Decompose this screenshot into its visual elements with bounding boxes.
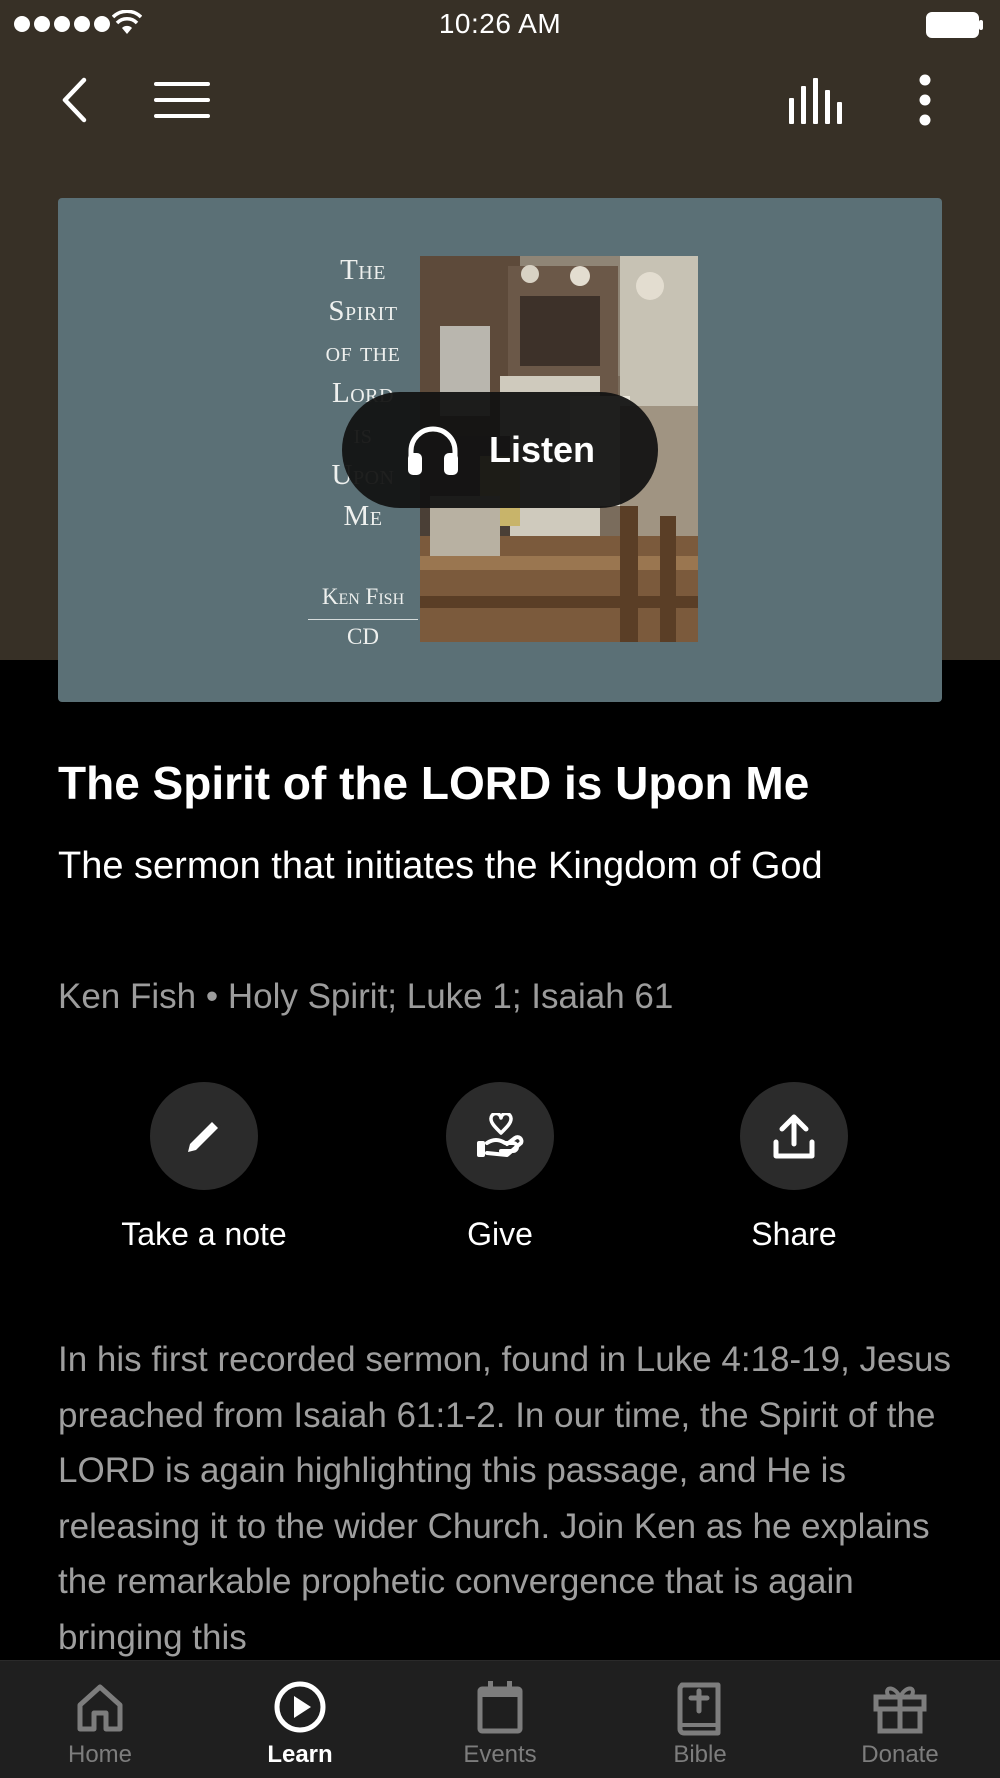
- more-vertical-icon: [919, 74, 931, 126]
- share-button[interactable]: [740, 1082, 848, 1190]
- now-playing-button[interactable]: [780, 60, 852, 140]
- tab-donate[interactable]: Donate: [800, 1661, 1000, 1778]
- calendar-icon: [477, 1681, 523, 1734]
- top-navigation: [0, 60, 1000, 140]
- album-title-line: of the: [325, 336, 401, 368]
- sermon-artwork: The Spirit of the Lord is Upon Me Ken Fi…: [58, 198, 942, 702]
- take-note-action[interactable]: Take a note: [84, 1082, 324, 1253]
- battery-icon: [926, 12, 983, 38]
- tab-events-label: Events: [463, 1741, 537, 1768]
- take-note-button[interactable]: [150, 1082, 258, 1190]
- play-circle-icon: [274, 1681, 326, 1733]
- sermon-title: The Spirit of the LORD is Upon Me: [58, 757, 810, 809]
- album-divider: [308, 619, 418, 620]
- album-title-line: Spirit: [328, 295, 398, 327]
- tab-learn[interactable]: Learn: [200, 1661, 400, 1778]
- tab-events[interactable]: Events: [400, 1661, 600, 1778]
- album-format: CD: [347, 624, 379, 649]
- take-note-label: Take a note: [121, 1216, 287, 1252]
- bottom-tab-bar: Home Learn Events Bible Donate: [0, 1660, 1000, 1778]
- equalizer-icon: [789, 78, 842, 124]
- chevron-left-icon: [62, 77, 87, 123]
- listen-button[interactable]: Listen: [342, 392, 658, 508]
- give-label: Give: [467, 1216, 533, 1252]
- pencil-icon: [188, 1119, 221, 1152]
- sermon-subtitle: The sermon that initiates the Kingdom of…: [58, 845, 823, 887]
- tab-learn-label: Learn: [267, 1741, 333, 1768]
- give-action[interactable]: Give: [380, 1082, 620, 1253]
- status-bar: 10:26 AM: [0, 0, 1000, 50]
- headphones-icon: [407, 426, 458, 475]
- back-button[interactable]: [44, 60, 104, 140]
- tab-donate-label: Donate: [861, 1741, 939, 1768]
- hamburger-menu-icon: [154, 82, 210, 118]
- tab-bible[interactable]: Bible: [600, 1661, 800, 1778]
- home-icon: [77, 1684, 123, 1732]
- gift-icon: [873, 1686, 927, 1734]
- more-options-button[interactable]: [900, 60, 950, 140]
- share-label: Share: [751, 1216, 837, 1252]
- tab-home-label: Home: [67, 1741, 133, 1768]
- share-action[interactable]: Share: [674, 1082, 914, 1253]
- status-time: 10:26 AM: [438, 8, 562, 39]
- album-author: Ken Fish: [321, 584, 405, 609]
- album-title-line: The: [340, 254, 386, 286]
- sermon-description: In his first recorded sermon, found in L…: [58, 1340, 951, 1657]
- tab-bible-label: Bible: [673, 1741, 727, 1768]
- menu-button[interactable]: [146, 60, 218, 140]
- give-heart-hand-icon: [477, 1113, 524, 1157]
- share-upload-icon: [773, 1114, 815, 1159]
- tab-home[interactable]: Home: [0, 1661, 200, 1778]
- sermon-meta: Ken Fish • Holy Spirit; Luke 1; Isaiah 6…: [58, 977, 674, 1016]
- bible-icon: [677, 1682, 721, 1736]
- listen-label: Listen: [488, 429, 595, 470]
- give-button[interactable]: [446, 1082, 554, 1190]
